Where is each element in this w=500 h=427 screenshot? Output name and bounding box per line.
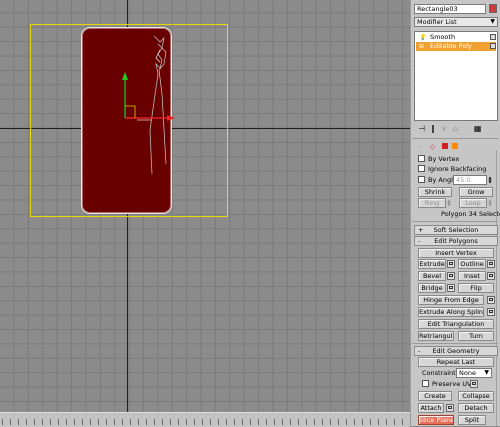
- element-level-icon: [452, 143, 458, 149]
- object-name-field[interactable]: Rectangle03: [414, 4, 486, 14]
- detach-button[interactable]: Detach: [458, 403, 494, 413]
- rollout-soft-selection[interactable]: + Soft Selection: [414, 225, 498, 235]
- constraints-value: None: [459, 369, 476, 377]
- shrink-button[interactable]: Shrink: [418, 187, 452, 197]
- inset-settings-icon[interactable]: [487, 272, 495, 280]
- pin-stack-icon[interactable]: ⊣: [418, 124, 425, 133]
- chevron-down-icon: ▼: [490, 18, 495, 25]
- loop-button[interactable]: Loop: [459, 198, 487, 208]
- panel-scrollbar[interactable]: [496, 150, 497, 426]
- preserve-uvs-settings-icon[interactable]: [470, 380, 478, 388]
- attach-button[interactable]: Attach: [418, 403, 444, 413]
- constraints-label: Constraints: [422, 369, 460, 377]
- stack-item-label: Smooth: [430, 33, 456, 41]
- bridge-settings-icon[interactable]: [447, 284, 455, 292]
- divider: [412, 138, 498, 139]
- show-in-viewport-icon[interactable]: [490, 43, 496, 49]
- angle-spinner[interactable]: ▲ ▼: [488, 176, 492, 184]
- edit-triangulation-button[interactable]: Edit Triangulation: [418, 319, 494, 329]
- repeat-last-button[interactable]: Repeat Last: [418, 357, 494, 367]
- loop-spinner[interactable]: ▲ ▼: [488, 199, 492, 207]
- svg-text:◇: ◇: [430, 143, 436, 151]
- split-button[interactable]: Split: [458, 415, 486, 425]
- bevel-button[interactable]: Bevel: [418, 271, 446, 281]
- hinge-settings-icon[interactable]: [487, 296, 495, 304]
- ring-spinner[interactable]: ▲ ▼: [447, 199, 451, 207]
- modifier-stack-toolbar: ⊣ ‖ ∨ ⌂ ▦: [414, 122, 498, 134]
- flip-button[interactable]: Flip: [458, 283, 494, 293]
- selection-status: Polygon 34 Selected: [441, 210, 500, 218]
- stack-item-smooth[interactable]: 💡 Smooth: [416, 33, 496, 42]
- lightbulb-icon[interactable]: 💡: [419, 33, 426, 42]
- make-unique-icon[interactable]: ∨: [441, 124, 447, 133]
- bevel-settings-icon[interactable]: [447, 272, 455, 280]
- inset-button[interactable]: Inset: [458, 271, 486, 281]
- modifier-stack[interactable]: 💡 Smooth ⊞ Editable Poly: [414, 31, 498, 121]
- subobject-level-icons[interactable]: · ◇: [418, 141, 474, 151]
- remove-modifier-icon[interactable]: ⌂: [453, 124, 458, 133]
- move-transform-gizmo[interactable]: [117, 66, 187, 126]
- turn-button[interactable]: Turn: [458, 331, 494, 341]
- expand-icon[interactable]: ⊞: [419, 42, 424, 51]
- retriangulate-button[interactable]: Retriangulate: [418, 331, 454, 341]
- rollout-collapse-sign: -: [418, 347, 421, 355]
- configure-sets-icon[interactable]: ▦: [474, 124, 482, 133]
- bridge-button[interactable]: Bridge: [418, 283, 446, 293]
- outline-button[interactable]: Outline: [458, 259, 486, 269]
- stack-item-editable-poly[interactable]: ⊞ Editable Poly: [416, 42, 496, 51]
- grow-button[interactable]: Grow: [459, 187, 493, 197]
- ring-button[interactable]: Ring: [418, 198, 446, 208]
- divider: [412, 221, 498, 222]
- modifier-list-dropdown[interactable]: Modifier List ▼: [414, 17, 498, 27]
- rollout-title: Edit Polygons: [434, 237, 478, 245]
- polygon-level-icon: [442, 143, 448, 149]
- constraints-dropdown[interactable]: None ▼: [456, 368, 492, 378]
- extrude-button[interactable]: Extrude: [418, 259, 446, 269]
- collapse-button[interactable]: Collapse: [458, 391, 494, 401]
- rollout-edit-polygons[interactable]: - Edit Polygons: [414, 236, 498, 246]
- create-button[interactable]: Create: [418, 391, 452, 401]
- extrude-spline-settings-icon[interactable]: [487, 308, 495, 316]
- slice-plane-button[interactable]: Slice Plane: [418, 415, 454, 425]
- timeline-ticks: [2, 419, 408, 425]
- preserve-uvs-label: Preserve UVs: [432, 380, 475, 388]
- ignore-backfacing-checkbox[interactable]: [418, 165, 425, 172]
- viewport-perspective[interactable]: [0, 0, 410, 412]
- rollout-expand-sign: +: [418, 226, 424, 234]
- divider: [412, 343, 498, 344]
- by-vertex-checkbox[interactable]: [418, 155, 425, 162]
- svg-text:·: ·: [420, 143, 422, 151]
- angle-value-field[interactable]: 45.0: [453, 175, 487, 185]
- outline-settings-icon[interactable]: [487, 260, 495, 268]
- rollout-title: Edit Geometry: [432, 347, 480, 355]
- ignore-backfacing-label: Ignore Backfacing: [428, 165, 487, 173]
- show-end-result-icon[interactable]: ‖: [431, 124, 435, 133]
- extrude-settings-icon[interactable]: [447, 260, 455, 268]
- by-angle-checkbox[interactable]: [418, 176, 425, 183]
- chevron-down-icon: ▼: [484, 369, 489, 376]
- preserve-uvs-checkbox[interactable]: [422, 380, 429, 387]
- extrude-along-spline-button[interactable]: Extrude Along Spline: [418, 307, 484, 317]
- insert-vertex-button[interactable]: Insert Vertex: [418, 248, 494, 258]
- hinge-from-edge-button[interactable]: Hinge From Edge: [418, 295, 484, 305]
- object-color-swatch[interactable]: [489, 4, 497, 13]
- time-slider-track[interactable]: [0, 412, 410, 427]
- by-vertex-label: By Vertex: [428, 155, 460, 163]
- modifier-list-label: Modifier List: [417, 18, 457, 26]
- stack-item-label: Editable Poly: [430, 42, 472, 50]
- show-in-viewport-icon[interactable]: [490, 34, 496, 40]
- rollout-collapse-sign: -: [418, 237, 421, 245]
- attach-list-icon[interactable]: [446, 404, 454, 412]
- rollout-edit-geometry[interactable]: - Edit Geometry: [414, 346, 498, 356]
- rollout-title: Soft Selection: [433, 226, 479, 234]
